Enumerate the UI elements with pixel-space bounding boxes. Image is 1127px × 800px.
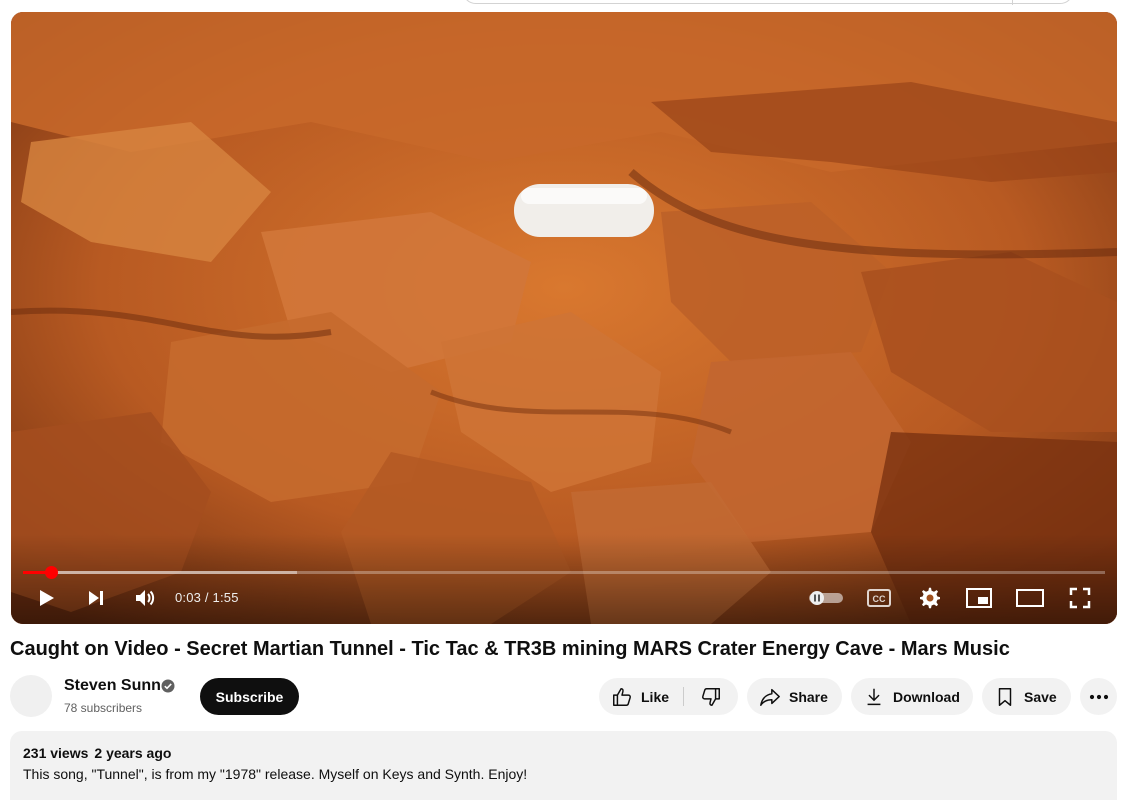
download-button[interactable]: Download	[851, 678, 973, 715]
more-actions-button[interactable]	[1080, 678, 1117, 715]
time-display: 0:03 / 1:55	[175, 590, 239, 605]
volume-icon	[136, 590, 155, 606]
save-label: Save	[1024, 688, 1057, 705]
video-player[interactable]: 0:03 / 1:55 CC	[11, 12, 1117, 624]
channel-name[interactable]: Steven Sunn	[64, 677, 161, 695]
captions-button[interactable]: CC	[866, 584, 892, 612]
autoplay-toggle[interactable]	[808, 584, 844, 612]
download-icon	[863, 686, 885, 708]
bookmark-icon	[994, 686, 1016, 708]
theater-icon	[1016, 589, 1044, 607]
watch-page: 0:03 / 1:55 CC Caught on Video - Secret …	[0, 0, 1127, 800]
next-button[interactable]	[83, 584, 109, 612]
like-dislike-group: Like	[599, 678, 738, 715]
gear-icon	[920, 587, 940, 609]
search-divider	[1012, 0, 1013, 5]
like-label: Like	[641, 688, 670, 705]
thumbs-down-icon	[700, 686, 722, 708]
search-bar[interactable]	[462, 0, 1074, 5]
like-button[interactable]: Like	[599, 678, 683, 715]
current-time: 0:03	[175, 590, 202, 605]
more-dots-icon	[1089, 694, 1108, 699]
miniplayer-button[interactable]	[965, 584, 993, 612]
settings-button[interactable]	[916, 584, 944, 612]
progress-bar[interactable]	[23, 566, 1105, 579]
description-text: This song, "Tunnel", is from my "1978" r…	[23, 766, 528, 782]
theater-mode-button[interactable]	[1016, 584, 1044, 612]
save-button[interactable]: Save	[982, 678, 1071, 715]
controls-gradient	[11, 534, 1117, 624]
fullscreen-button[interactable]	[1067, 584, 1093, 612]
description-more[interactable]: ...	[23, 790, 1104, 800]
thumbs-up-icon	[611, 686, 633, 708]
share-button[interactable]: Share	[747, 678, 842, 715]
subscribe-button[interactable]: Subscribe	[200, 678, 299, 715]
miniplayer-icon	[966, 588, 992, 608]
progress-buffer	[23, 571, 297, 574]
video-frame	[11, 12, 1117, 624]
next-icon	[89, 591, 103, 605]
share-icon	[759, 686, 781, 708]
description-box[interactable]: 231 views 2 years ago This song, "Tunnel"…	[10, 731, 1117, 800]
captions-icon: CC	[867, 589, 891, 607]
channel-avatar[interactable]	[10, 675, 52, 717]
autoplay-toggle-icon	[809, 591, 843, 605]
video-title: Caught on Video - Secret Martian Tunnel …	[10, 638, 1010, 660]
duration: 1:55	[212, 590, 239, 605]
upload-age: 2 years ago	[94, 745, 172, 761]
verified-badge-icon	[161, 679, 175, 693]
download-label: Download	[893, 688, 960, 705]
svg-text:CC: CC	[873, 594, 886, 604]
view-count: 231 views	[23, 745, 89, 761]
play-button[interactable]	[33, 584, 59, 612]
mute-button[interactable]	[131, 584, 159, 612]
share-label: Share	[789, 688, 828, 705]
description-meta: 231 views 2 years ago	[23, 745, 1104, 761]
fullscreen-icon	[1069, 587, 1091, 609]
dislike-button[interactable]	[684, 678, 738, 715]
subscriber-count: 78 subscribers	[64, 701, 143, 715]
time-separator: /	[201, 590, 213, 605]
play-icon	[40, 590, 54, 606]
